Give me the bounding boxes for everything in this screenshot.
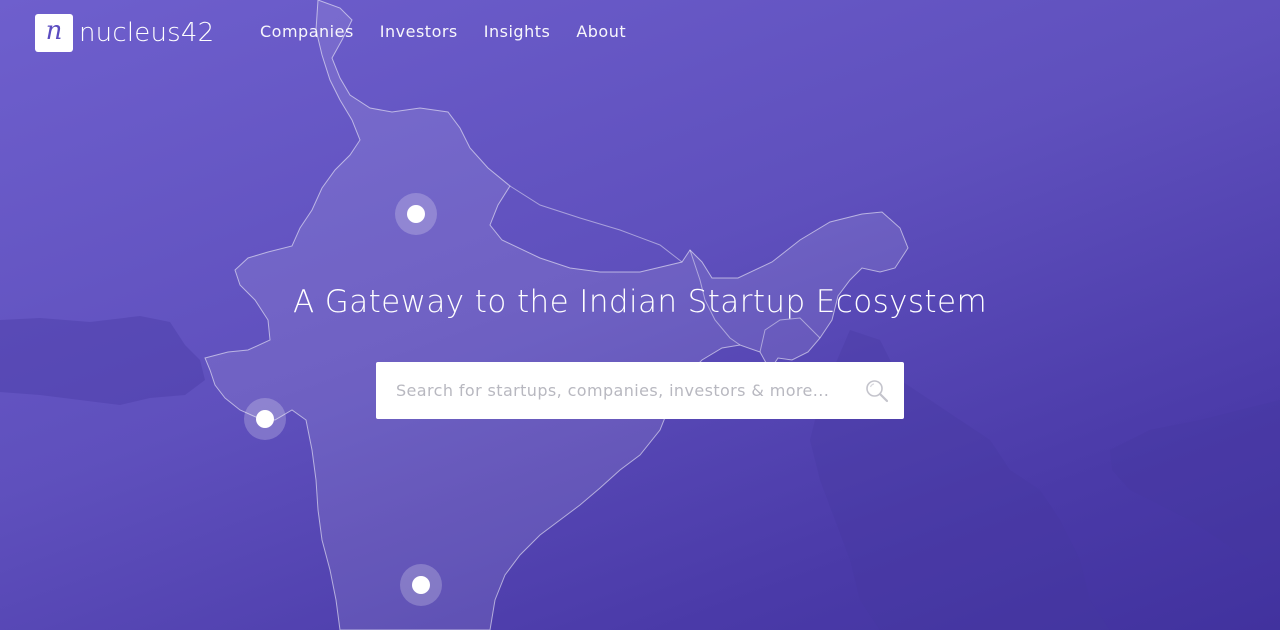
nav-link-investors[interactable]: Investors: [380, 22, 458, 41]
search-box: [376, 362, 904, 419]
nav-link-companies[interactable]: Companies: [260, 22, 354, 41]
map-marker-bengaluru[interactable]: [400, 564, 442, 606]
nav-link-insights[interactable]: Insights: [484, 22, 551, 41]
nav-link-about[interactable]: About: [576, 22, 626, 41]
magnifier-icon[interactable]: [864, 378, 890, 404]
logo-mark: n: [35, 14, 73, 52]
map-marker-delhi[interactable]: [395, 193, 437, 235]
brand-name: nucleus42: [79, 18, 215, 48]
hero-title: A Gateway to the Indian Startup Ecosyste…: [292, 284, 988, 320]
landing-page: n nucleus42 Companies Investors Insights…: [0, 0, 1280, 630]
logo-letter: n: [45, 16, 63, 46]
map-marker-ahmedabad[interactable]: [244, 398, 286, 440]
brand-logo-link[interactable]: n nucleus42: [35, 14, 214, 52]
nav-links: Companies Investors Insights About: [260, 22, 652, 41]
marker-dot: [256, 410, 274, 428]
top-navbar: n nucleus42 Companies Investors Insights…: [0, 0, 1280, 66]
marker-dot: [412, 576, 430, 594]
marker-dot: [407, 205, 425, 223]
search-input[interactable]: [376, 362, 846, 419]
